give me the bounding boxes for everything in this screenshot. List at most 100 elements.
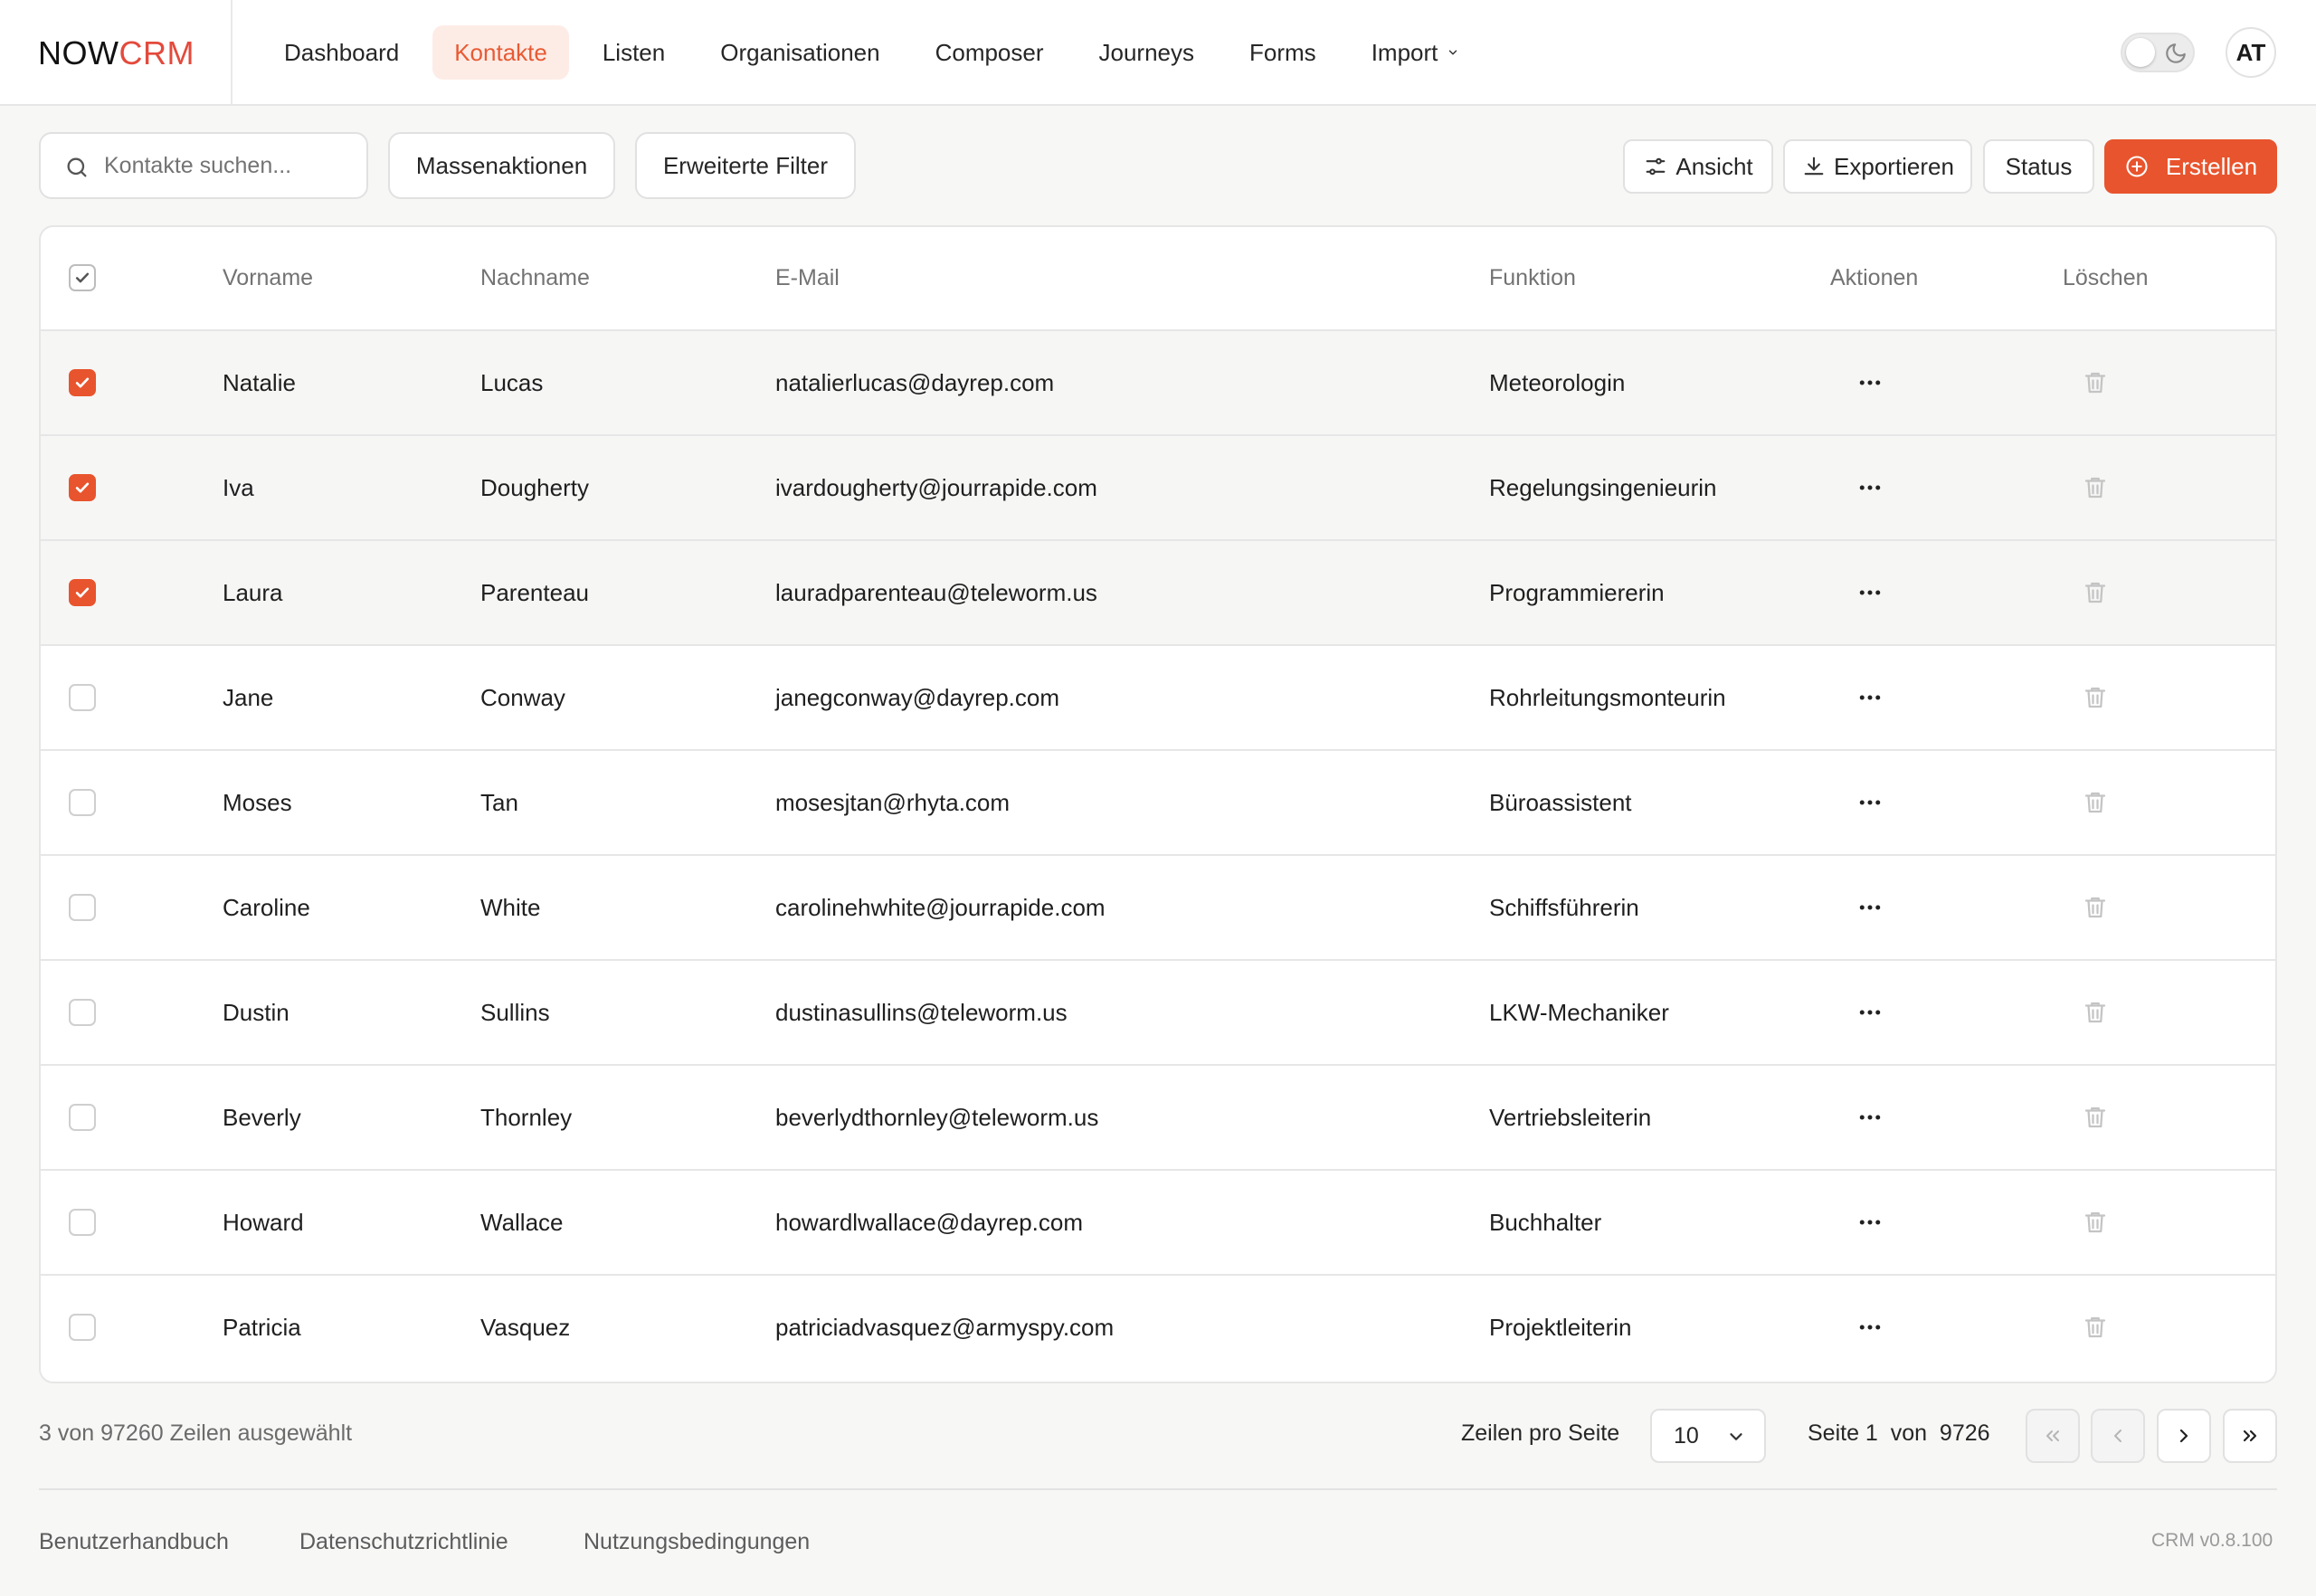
first-page-button[interactable]: [2026, 1409, 2080, 1463]
chevron-down-icon: [1449, 50, 1457, 55]
create-button-label: Erstellen: [2165, 152, 2258, 180]
more-actions-icon[interactable]: [1856, 1104, 1884, 1131]
cell-function: Vertriebsleiterin: [1489, 1103, 1652, 1131]
row-checkbox[interactable]: [69, 894, 96, 921]
more-actions-icon[interactable]: [1856, 999, 1884, 1026]
trash-icon[interactable]: [2082, 789, 2109, 816]
nav-kontakte[interactable]: Kontakte: [432, 25, 569, 80]
trash-icon[interactable]: [2082, 1209, 2109, 1236]
cell-last-name: Wallace: [480, 1208, 564, 1236]
cell-first-name: Laura: [223, 578, 283, 606]
search-input[interactable]: [104, 143, 357, 188]
footer-link-user-manual[interactable]: Benutzerhandbuch: [39, 1529, 229, 1555]
cell-function: LKW-Mechaniker: [1489, 998, 1669, 1026]
last-page-button[interactable]: [2223, 1409, 2277, 1463]
status-button[interactable]: Status: [1983, 139, 2094, 194]
trash-icon[interactable]: [2082, 579, 2109, 606]
row-checkbox[interactable]: [69, 789, 96, 816]
more-actions-icon[interactable]: [1856, 579, 1884, 606]
row-checkbox[interactable]: [69, 684, 96, 711]
cell-function: Schiffsführerin: [1489, 893, 1639, 921]
rows-per-page-label: Zeilen pro Seite: [1461, 1420, 1620, 1446]
user-avatar[interactable]: AT: [2226, 27, 2276, 78]
trash-icon[interactable]: [2082, 1314, 2109, 1341]
view-button[interactable]: Ansicht: [1623, 139, 1773, 194]
export-button[interactable]: Exportieren: [1783, 139, 1972, 194]
cell-last-name: Sullins: [480, 998, 550, 1026]
cell-first-name: Jane: [223, 683, 274, 711]
cell-last-name: Conway: [480, 683, 565, 711]
app-logo[interactable]: NOWCRM: [38, 34, 195, 72]
plus-circle-icon: [2126, 156, 2148, 177]
more-actions-icon[interactable]: [1856, 369, 1884, 396]
table-row[interactable]: Jane Conway janegconway@dayrep.com Rohrleit…: [41, 646, 2275, 751]
more-actions-icon[interactable]: [1856, 1314, 1884, 1341]
nav-forms[interactable]: Forms: [1228, 25, 1338, 80]
select-all-checkbox[interactable]: [69, 264, 96, 291]
cell-first-name: Patricia: [223, 1313, 301, 1341]
nav-organisationen[interactable]: Organisationen: [698, 25, 901, 80]
next-page-button[interactable]: [2157, 1409, 2211, 1463]
nav-import[interactable]: Import: [1350, 25, 1482, 80]
footer-link-terms-of-use[interactable]: Nutzungsbedingungen: [584, 1529, 810, 1555]
nav-journeys[interactable]: Journeys: [1077, 25, 1217, 80]
theme-toggle[interactable]: [2121, 33, 2195, 72]
row-checkbox[interactable]: [69, 369, 96, 396]
more-actions-icon[interactable]: [1856, 894, 1884, 921]
footer-link-privacy-policy[interactable]: Datenschutzrichtlinie: [299, 1529, 508, 1555]
cell-last-name: White: [480, 893, 541, 921]
cell-function: Projektleiterin: [1489, 1313, 1632, 1341]
table-row[interactable]: Natalie Lucas natalierlucas@dayrep.com Mete…: [41, 331, 2275, 436]
column-header-last-name[interactable]: Nachname: [480, 227, 590, 329]
table-row[interactable]: Caroline White carolinehwhite@jourrapide.c…: [41, 856, 2275, 961]
more-actions-icon[interactable]: [1856, 1209, 1884, 1236]
create-button[interactable]: Erstellen: [2104, 139, 2277, 194]
column-header-email[interactable]: E-Mail: [775, 227, 840, 329]
previous-page-button[interactable]: [2091, 1409, 2145, 1463]
bulk-actions-button[interactable]: Massenaktionen: [388, 132, 615, 199]
advanced-filter-button[interactable]: Erweiterte Filter: [635, 132, 856, 199]
rows-per-page-select[interactable]: 10: [1650, 1409, 1766, 1463]
trash-icon[interactable]: [2082, 894, 2109, 921]
column-header-function[interactable]: Funktion: [1489, 227, 1576, 329]
chevron-left-icon: [2114, 1430, 2121, 1442]
row-checkbox[interactable]: [69, 1104, 96, 1131]
trash-icon[interactable]: [2082, 1104, 2109, 1131]
table-row[interactable]: Patricia Vasquez patriciadvasquez@armyspy.…: [41, 1276, 2275, 1381]
row-checkbox[interactable]: [69, 1314, 96, 1341]
cell-function: Rohrleitungsmonteurin: [1489, 683, 1726, 711]
trash-icon[interactable]: [2082, 474, 2109, 501]
cell-last-name: Parenteau: [480, 578, 589, 606]
column-header-actions: Aktionen: [1830, 265, 1919, 290]
search-box: [39, 132, 368, 199]
table-row[interactable]: Iva Dougherty ivardougherty@jourrapide.com…: [41, 436, 2275, 541]
column-header-delete: Löschen: [2063, 265, 2149, 290]
table-header: Vorname Nachname E-Mail Funktion Aktione…: [41, 227, 2275, 331]
table-row[interactable]: Howard Wallace howardlwallace@dayrep.com Bu…: [41, 1171, 2275, 1276]
nav-composer[interactable]: Composer: [914, 25, 1066, 80]
table-row[interactable]: Laura Parenteau lauradparenteau@teleworm.u…: [41, 541, 2275, 646]
row-checkbox[interactable]: [69, 474, 96, 501]
nav-listen[interactable]: Listen: [581, 25, 687, 80]
main-nav: Dashboard Kontakte Listen Organisationen…: [262, 25, 1493, 80]
search-icon: [67, 157, 87, 177]
trash-icon[interactable]: [2082, 369, 2109, 396]
column-header-first-name[interactable]: Vorname: [223, 227, 313, 329]
row-checkbox[interactable]: [69, 999, 96, 1026]
table-row[interactable]: Moses Tan mosesjtan@rhyta.com Büroassistent: [41, 751, 2275, 856]
trash-icon[interactable]: [2082, 999, 2109, 1026]
moon-icon: [2166, 43, 2186, 63]
view-button-label: Ansicht: [1675, 152, 1753, 180]
trash-icon[interactable]: [2082, 684, 2109, 711]
more-actions-icon[interactable]: [1856, 474, 1884, 501]
more-actions-icon[interactable]: [1856, 684, 1884, 711]
table-row[interactable]: Dustin Sullins dustinasullins@teleworm.us L…: [41, 961, 2275, 1066]
cell-first-name: Howard: [223, 1208, 304, 1236]
row-checkbox[interactable]: [69, 1209, 96, 1236]
table-row[interactable]: Beverly Thornley beverlydthornley@teleworm…: [41, 1066, 2275, 1171]
row-checkbox[interactable]: [69, 579, 96, 606]
sliders-icon: [1646, 157, 1666, 176]
nav-dashboard[interactable]: Dashboard: [262, 25, 421, 80]
checkmark-icon: [75, 377, 90, 388]
more-actions-icon[interactable]: [1856, 789, 1884, 816]
